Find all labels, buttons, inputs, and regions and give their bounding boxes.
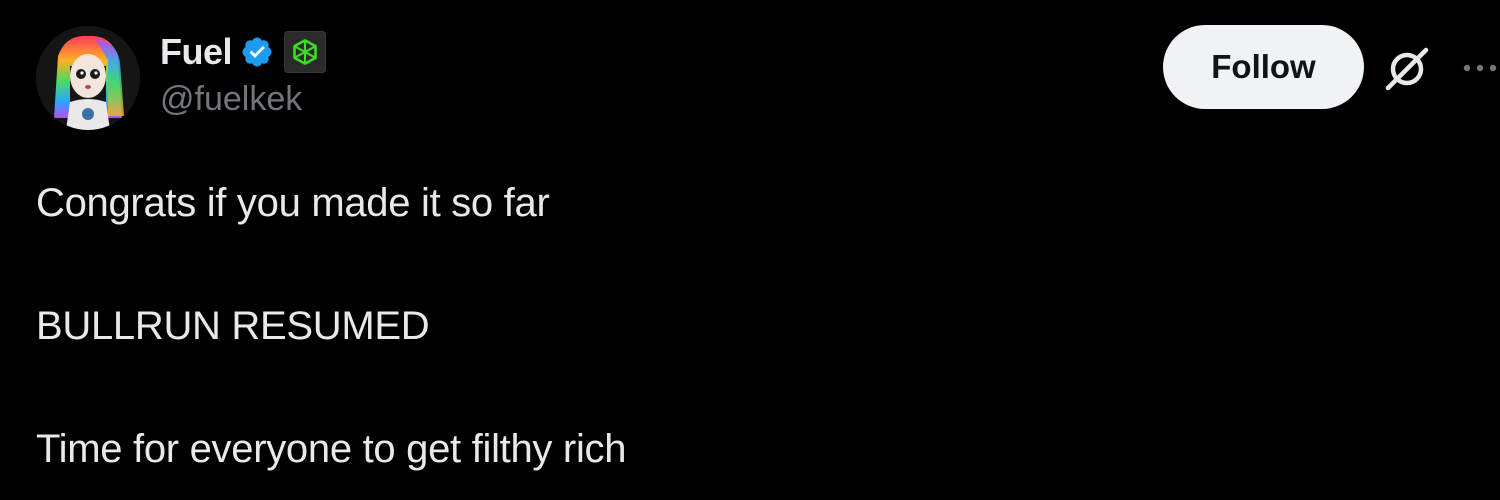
author-name-row: Fuel [160, 30, 327, 74]
tweet-card: Fuel @fuelkek Follow Congrats if you mad… [0, 0, 1500, 500]
follow-button[interactable]: Follow [1163, 25, 1364, 109]
grok-icon[interactable] [1382, 44, 1432, 92]
green-cube-icon [293, 39, 317, 65]
tweet-text: Congrats if you made it so far BULLRUN R… [36, 178, 626, 474]
display-name[interactable]: Fuel [160, 31, 233, 73]
username-handle[interactable]: @fuelkek [160, 80, 302, 119]
verified-badge-icon[interactable] [240, 35, 274, 69]
affiliate-badge[interactable] [284, 31, 327, 73]
tweet-line: Time for everyone to get filthy rich [36, 427, 627, 471]
tweet-line: Congrats if you made it so far [36, 181, 550, 225]
more-icon[interactable] [1456, 50, 1500, 86]
avatar-image [36, 26, 140, 130]
avatar[interactable] [36, 26, 140, 130]
tweet-line: BULLRUN RESUMED [36, 304, 430, 348]
